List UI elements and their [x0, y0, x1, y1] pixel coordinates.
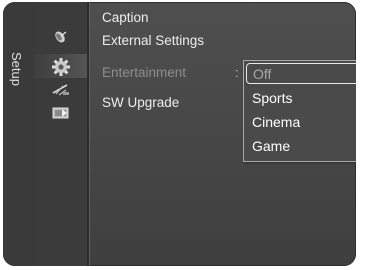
input-icon	[52, 107, 69, 119]
menu-item-entertainment[interactable]: Entertainment	[102, 65, 186, 80]
satellite-dish-icon	[55, 31, 67, 43]
antenna-icon	[52, 84, 69, 96]
entertainment-dropdown[interactable]: Off Sports Cinema Game	[243, 60, 356, 162]
setup-tab[interactable]: Setup	[3, 2, 35, 266]
option-sports[interactable]: Sports	[246, 88, 356, 109]
category-broadcast[interactable]	[34, 78, 87, 102]
menu-item-external-settings[interactable]: External Settings	[102, 33, 204, 48]
option-cinema[interactable]: Cinema	[246, 112, 356, 133]
category-channel[interactable]	[34, 24, 87, 48]
value-separator: :	[235, 65, 239, 80]
settings-menu-panel: Setup Caption External Settings Entertai…	[3, 2, 356, 266]
category-icon-column	[34, 2, 87, 266]
category-setup[interactable]	[34, 54, 87, 78]
menu-item-caption[interactable]: Caption	[102, 10, 149, 25]
column-divider	[87, 2, 90, 266]
gear-icon	[52, 58, 70, 76]
category-input[interactable]	[34, 102, 87, 126]
menu-item-sw-upgrade[interactable]: SW Upgrade	[102, 95, 179, 110]
setup-tab-label: Setup	[9, 52, 24, 86]
option-off[interactable]: Off	[246, 63, 356, 84]
option-game[interactable]: Game	[246, 136, 356, 157]
